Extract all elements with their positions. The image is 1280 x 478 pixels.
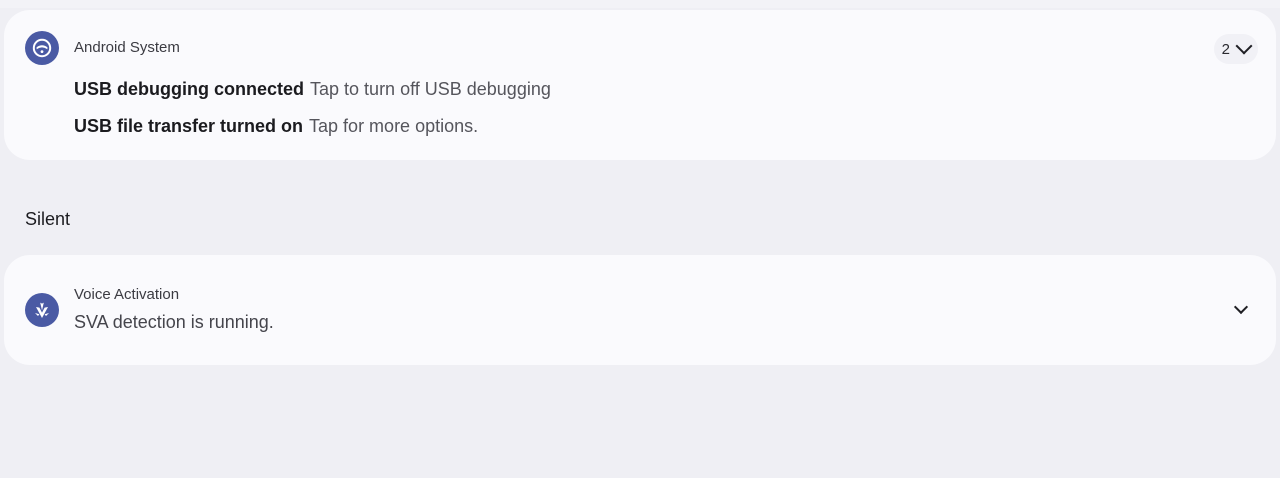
android-system-notification[interactable]: Android System 2 USB debugging connected… [4, 10, 1276, 160]
android-system-icon [25, 31, 59, 65]
section-header-silent: Silent [25, 209, 71, 229]
app-name: Android System [74, 39, 180, 56]
notification-row-usb-file-transfer[interactable]: USB file transfer turned on Tap for more … [74, 116, 478, 137]
notification-shade: Android System 2 USB debugging connected… [0, 0, 1280, 478]
notification-row-usb-debugging[interactable]: USB debugging connected Tap to turn off U… [74, 79, 551, 100]
notification-text: SVA detection is running. [74, 312, 274, 332]
notification-title: USB file transfer turned on [74, 116, 304, 136]
previous-card-edge [0, 0, 1280, 8]
voice-activation-notification[interactable]: Voice Activation SVA detection is runnin… [4, 255, 1276, 365]
voice-activation-icon [25, 293, 59, 327]
notification-text: Tap to turn off USB debugging [310, 79, 551, 99]
notification-count: 2 [1221, 40, 1230, 58]
app-name: Voice Activation [74, 286, 180, 303]
chevron-down-icon [1233, 299, 1249, 315]
notification-text: Tap for more options. [309, 116, 479, 136]
chevron-down-icon [1235, 37, 1253, 54]
expand-button[interactable] [1226, 295, 1256, 325]
expand-button[interactable]: 2 [1213, 34, 1258, 64]
notification-title: USB debugging connected [74, 79, 305, 99]
